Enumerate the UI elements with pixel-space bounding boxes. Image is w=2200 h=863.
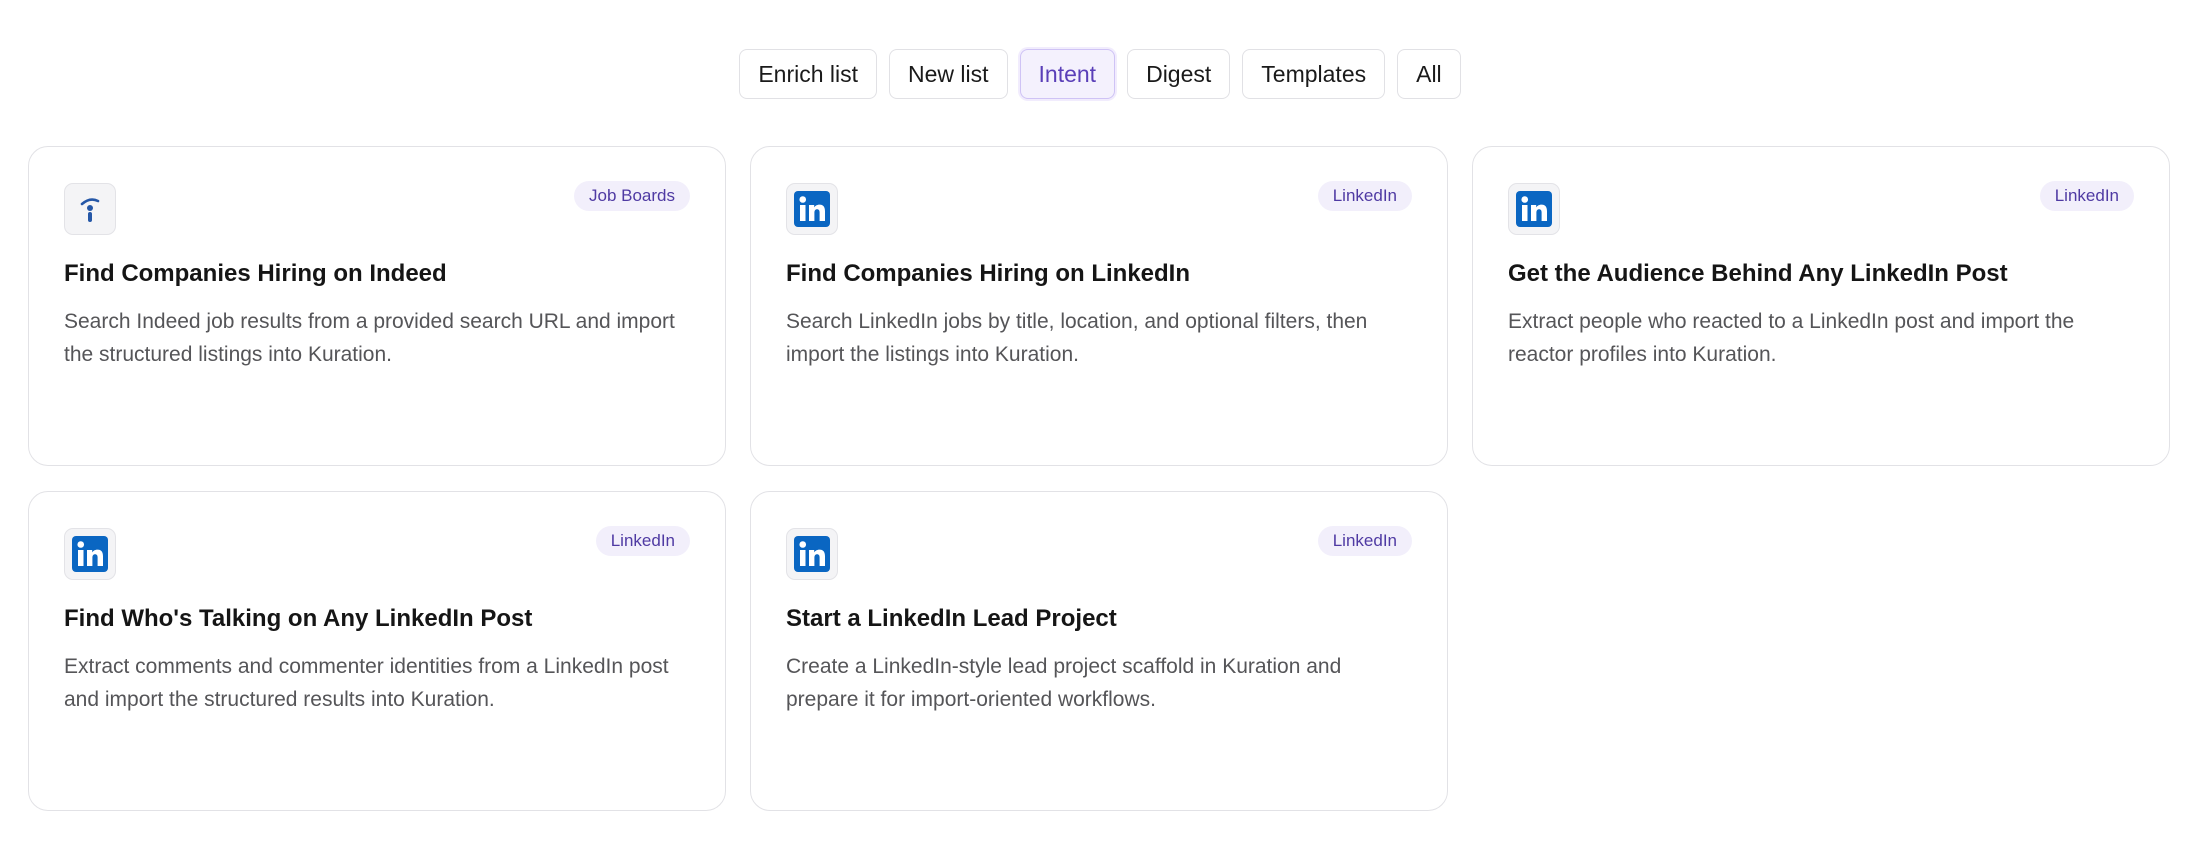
category-tabs: Enrich list New list Intent Digest Templ… (0, 49, 2200, 99)
template-card[interactable]: LinkedIn Get the Audience Behind Any Lin… (1472, 146, 2170, 466)
card-title: Find Who's Talking on Any LinkedIn Post (64, 605, 533, 632)
indeed-icon (64, 183, 116, 235)
tab-all[interactable]: All (1397, 49, 1461, 99)
card-description: Extract comments and commenter identitie… (64, 655, 669, 711)
source-badge: LinkedIn (1317, 181, 1412, 211)
card-description: Create a LinkedIn-style lead project sca… (786, 655, 1342, 711)
template-card[interactable]: LinkedIn Find Companies Hiring on Linked… (750, 146, 1448, 466)
card-description: Extract people who reacted to a LinkedIn… (1508, 310, 2075, 366)
template-card[interactable]: LinkedIn Start a LinkedIn Lead Project C… (750, 491, 1448, 811)
tab-enrich-list[interactable]: Enrich list (739, 49, 878, 99)
tab-digest[interactable]: Digest (1127, 49, 1231, 99)
tab-templates[interactable]: Templates (1242, 49, 1386, 99)
source-badge: LinkedIn (595, 526, 690, 556)
template-card[interactable]: LinkedIn Find Who's Talking on Any Linke… (28, 491, 726, 811)
card-title: Find Companies Hiring on Indeed (64, 260, 447, 287)
source-badge: LinkedIn (2039, 181, 2134, 211)
tab-intent[interactable]: Intent (1019, 49, 1116, 99)
card-description: Search LinkedIn jobs by title, location,… (786, 310, 1368, 366)
linkedin-icon (786, 528, 838, 580)
linkedin-icon (1508, 183, 1560, 235)
card-title: Find Companies Hiring on LinkedIn (786, 260, 1191, 287)
source-badge: Job Boards (574, 181, 690, 211)
card-title: Start a LinkedIn Lead Project (786, 605, 1117, 632)
template-card[interactable]: Job Boards Find Companies Hiring on Inde… (28, 146, 726, 466)
linkedin-icon (64, 528, 116, 580)
linkedin-icon (786, 183, 838, 235)
template-card-grid: Job Boards Find Companies Hiring on Inde… (28, 146, 2170, 811)
card-description: Search Indeed job results from a provide… (64, 310, 675, 366)
tab-new-list[interactable]: New list (889, 49, 1008, 99)
source-badge: LinkedIn (1317, 526, 1412, 556)
card-title: Get the Audience Behind Any LinkedIn Pos… (1508, 260, 2008, 287)
